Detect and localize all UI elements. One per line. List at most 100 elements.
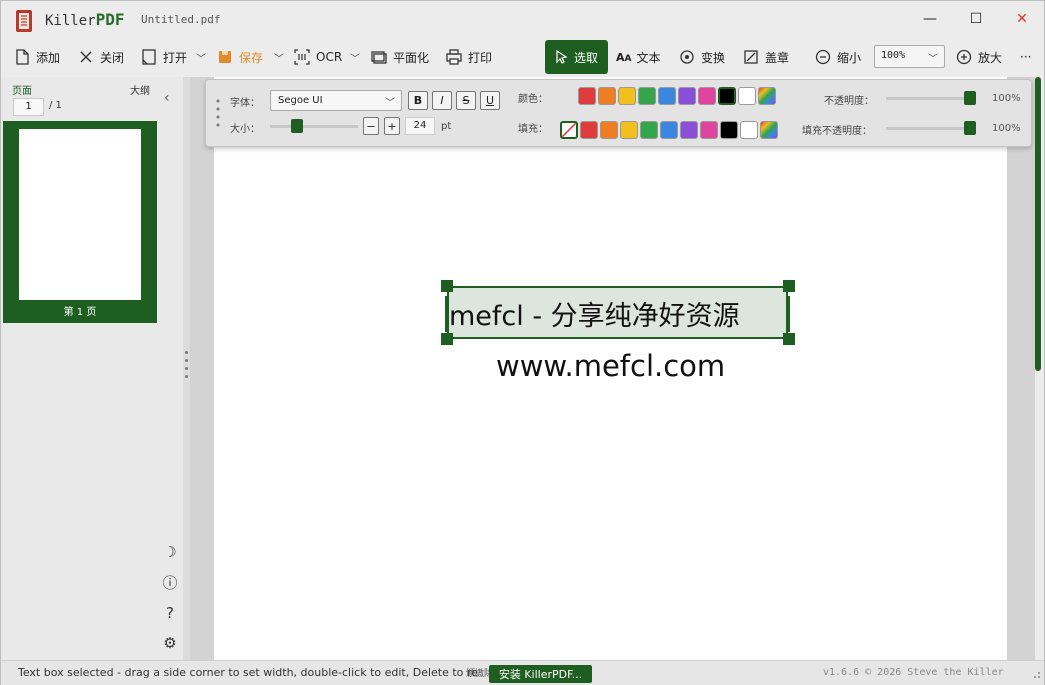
no-fill-swatch[interactable] — [560, 121, 578, 139]
moon-icon: ☽ — [163, 543, 177, 561]
fill-color-swatch[interactable] — [580, 121, 598, 139]
size-decrease-button[interactable]: − — [363, 117, 379, 135]
install-button[interactable]: 安装 KillerPDF... — [489, 665, 592, 683]
select-tool-label: 选取 — [573, 50, 598, 65]
main-toolbar: 添加 关闭 打开 ﹀ 保存 ﹀ OCR ﹀ 平面化 打印 选取 AA 文本 变换… — [1, 39, 1044, 75]
about-button[interactable]: ⓘ — [160, 572, 180, 592]
fill-color-swatch[interactable] — [600, 121, 618, 139]
zoom-level-value: 100% — [881, 50, 906, 61]
open-dropdown-chevron[interactable]: ﹀ — [196, 43, 206, 71]
tab-outline[interactable]: 大纲 — [130, 82, 150, 97]
save-button[interactable]: 保存 — [216, 43, 263, 71]
save-label: 保存 — [239, 50, 264, 65]
opacity-slider-thumb[interactable] — [964, 91, 976, 105]
size-label: 大小： — [230, 124, 260, 135]
italic-button[interactable]: I — [432, 91, 452, 110]
opacity-slider[interactable] — [886, 91, 976, 105]
flatten-icon — [371, 51, 387, 64]
minimize-button[interactable]: — — [907, 1, 953, 37]
add-button[interactable]: 添加 — [13, 43, 60, 71]
fill-color-swatch[interactable] — [700, 121, 718, 139]
opacity-label: 不透明度： — [824, 96, 874, 107]
font-size-slider-thumb[interactable] — [291, 119, 303, 133]
print-label: 打印 — [468, 50, 493, 65]
transform-tool-button[interactable]: 变换 — [678, 43, 725, 71]
fill-color-swatch[interactable] — [660, 121, 678, 139]
stamp-tool-button[interactable]: 盖章 — [742, 43, 789, 71]
resize-handle-top-left[interactable] — [441, 280, 453, 292]
underline-button[interactable]: U — [480, 91, 500, 110]
settings-button[interactable]: ⚙ — [160, 633, 180, 653]
fill-color-swatch[interactable] — [740, 121, 758, 139]
zoom-level-select[interactable]: 100% ﹀ — [874, 45, 945, 68]
help-button[interactable]: ? — [160, 603, 180, 623]
text-color-swatch[interactable] — [618, 87, 636, 105]
fill-opacity-slider[interactable] — [886, 121, 976, 135]
url-text-object[interactable]: www.mefcl.com — [496, 349, 725, 383]
vertical-scrollbar[interactable] — [1035, 77, 1041, 371]
text-color-swatch[interactable] — [698, 87, 716, 105]
resize-grip-icon[interactable] — [1031, 671, 1041, 681]
text-box-content[interactable]: mefcl - 分享纯净好资源 — [449, 294, 786, 333]
text-color-swatch[interactable] — [638, 87, 656, 105]
page-number-input[interactable]: 1 — [13, 98, 44, 116]
resize-handle-bottom-left[interactable] — [441, 333, 453, 345]
text-color-swatch[interactable] — [678, 87, 696, 105]
text-color-swatch[interactable] — [658, 87, 676, 105]
size-increase-button[interactable]: + — [384, 117, 400, 135]
ocr-button[interactable]: OCR — [293, 43, 342, 71]
resize-handle-bottom-right[interactable] — [783, 333, 795, 345]
panel-grip-icon[interactable] — [215, 98, 221, 128]
fill-custom-color-icon[interactable] — [760, 121, 778, 139]
text-color-swatch[interactable] — [578, 87, 596, 105]
print-button[interactable]: 打印 — [445, 43, 492, 71]
text-color-swatch[interactable] — [598, 87, 616, 105]
resize-handle-top-right[interactable] — [783, 280, 795, 292]
text-box-left-edge[interactable] — [445, 296, 447, 332]
font-size-slider[interactable] — [270, 119, 358, 133]
text-tool-button[interactable]: AA 文本 — [616, 43, 661, 71]
fill-opacity-slider-thumb[interactable] — [964, 121, 976, 135]
fill-opacity-label: 填充不透明度： — [802, 126, 872, 137]
select-tool-button[interactable]: 选取 — [545, 40, 608, 74]
tab-pages[interactable]: 页面 — [12, 82, 32, 97]
stamp-icon — [744, 50, 758, 64]
fill-color-swatch[interactable] — [720, 121, 738, 139]
page-thumbnail[interactable]: 第 1 页 — [3, 121, 157, 323]
font-size-input[interactable]: 24 — [405, 117, 435, 135]
text-custom-color-icon[interactable] — [758, 87, 776, 105]
open-label: 打开 — [163, 50, 188, 65]
maximize-icon: ☐ — [969, 11, 983, 27]
thumbnail-label: 第 1 页 — [63, 307, 97, 318]
zoom-out-button[interactable]: 缩小 — [814, 43, 861, 71]
flatten-button[interactable]: 平面化 — [370, 43, 429, 71]
close-doc-button[interactable]: 关闭 — [77, 43, 124, 71]
theme-toggle-button[interactable]: ☽ — [160, 542, 180, 562]
maximize-button[interactable]: ☐ — [953, 1, 999, 37]
chevron-down-icon: ﹀ — [385, 98, 395, 109]
page-sidebar: 页面 大纲 ‹ 1 / 1 第 1 页 ☽ ⓘ ? ⚙ — [1, 77, 183, 660]
selected-text-box[interactable]: mefcl - 分享纯净好资源 — [445, 286, 790, 339]
save-dropdown-chevron[interactable]: ﹀ — [274, 43, 284, 71]
chevron-down-icon: ﹀ — [274, 53, 284, 65]
zoom-in-button[interactable]: 放大 — [955, 43, 1002, 71]
strikethrough-button[interactable]: S — [456, 91, 476, 110]
add-label: 添加 — [36, 50, 61, 65]
text-box-right-edge[interactable] — [788, 296, 790, 332]
text-color-swatch[interactable] — [738, 87, 756, 105]
bold-button[interactable]: B — [408, 91, 428, 110]
font-family-select[interactable]: Segoe UI ﹀ — [270, 90, 402, 111]
ocr-dropdown-chevron[interactable]: ﹀ — [350, 43, 360, 71]
text-color-swatch[interactable] — [718, 87, 736, 105]
drag-handle-icon[interactable] — [184, 351, 188, 385]
fill-color-swatch[interactable] — [640, 121, 658, 139]
ocr-icon — [294, 49, 310, 65]
fill-color-swatch[interactable] — [680, 121, 698, 139]
close-window-button[interactable]: ✕ — [999, 1, 1045, 37]
fill-color-swatch[interactable] — [620, 121, 638, 139]
more-options-button[interactable]: ··· — [1020, 43, 1031, 71]
app-logo-icon — [16, 10, 32, 32]
open-button[interactable]: 打开 — [140, 43, 187, 71]
no-fill-icon — [562, 123, 576, 137]
collapse-sidebar-button[interactable]: ‹ — [164, 90, 170, 106]
